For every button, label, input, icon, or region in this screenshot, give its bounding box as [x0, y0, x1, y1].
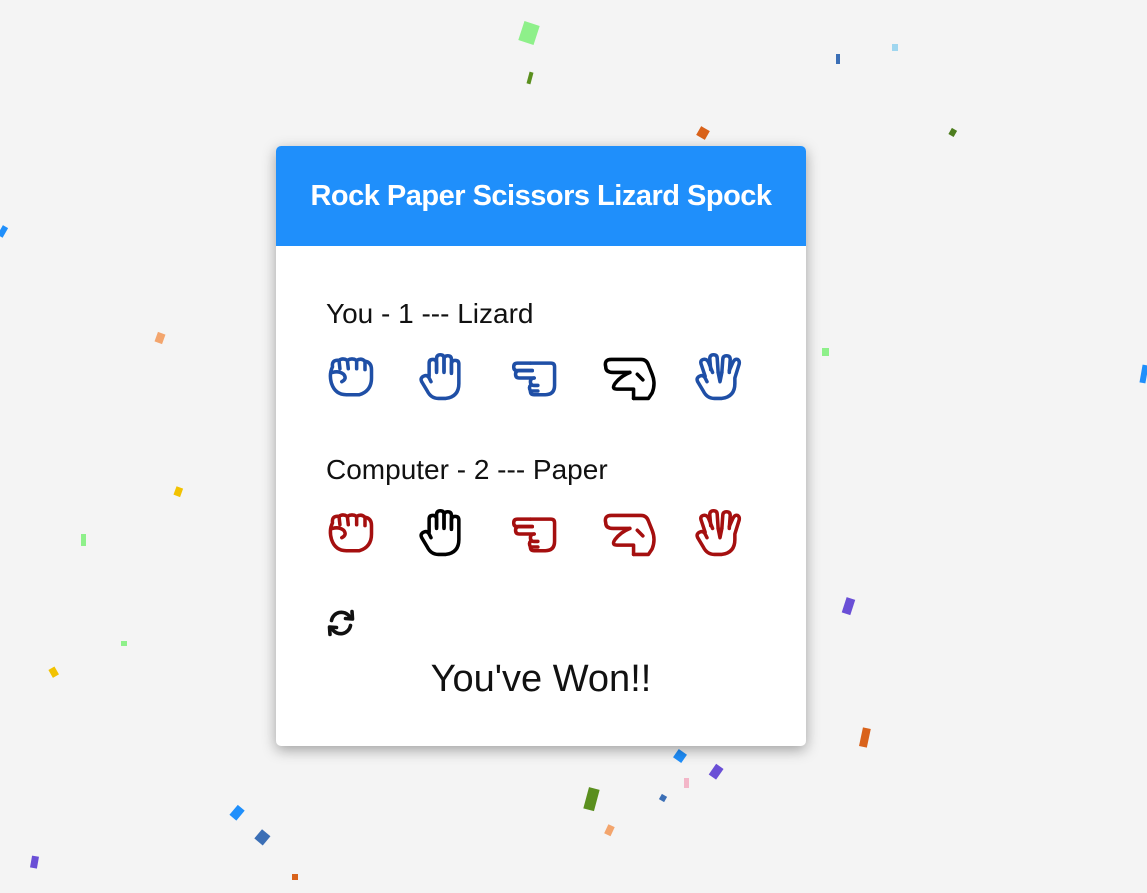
player-scissors-button[interactable] — [508, 352, 564, 404]
computer-paper-icon — [416, 508, 472, 560]
player-lizard-button[interactable] — [600, 352, 656, 404]
lizard-hand-icon — [603, 513, 656, 557]
refresh-icon — [327, 609, 355, 637]
computer-moves — [324, 508, 748, 560]
paper-hand-icon — [419, 509, 461, 557]
game-card: Rock Paper Scissors Lizard Spock You - 1… — [276, 146, 806, 746]
scissors-hand-icon — [511, 361, 557, 397]
lizard-hand-icon — [603, 357, 656, 401]
app-title: Rock Paper Scissors Lizard Spock — [276, 146, 806, 246]
result-message: You've Won!! — [430, 658, 652, 700]
player-score-label: You - 1 --- Lizard — [326, 298, 534, 329]
player-paper-button[interactable] — [416, 352, 472, 404]
computer-spock-icon — [692, 508, 748, 560]
computer-rock-icon — [324, 508, 380, 560]
computer-scissors-icon — [508, 508, 564, 560]
rock-hand-icon — [328, 513, 374, 553]
spock-hand-icon — [695, 353, 742, 401]
rock-hand-icon — [328, 357, 374, 397]
player-moves — [324, 352, 748, 404]
scissors-hand-icon — [511, 517, 557, 553]
computer-lizard-icon — [600, 508, 656, 560]
computer-score-label: Computer - 2 --- Paper — [326, 454, 608, 485]
player-rock-button[interactable] — [324, 352, 380, 404]
paper-hand-icon — [419, 353, 461, 401]
reset-button[interactable] — [324, 606, 358, 640]
spock-hand-icon — [695, 509, 742, 557]
player-spock-button[interactable] — [692, 352, 748, 404]
